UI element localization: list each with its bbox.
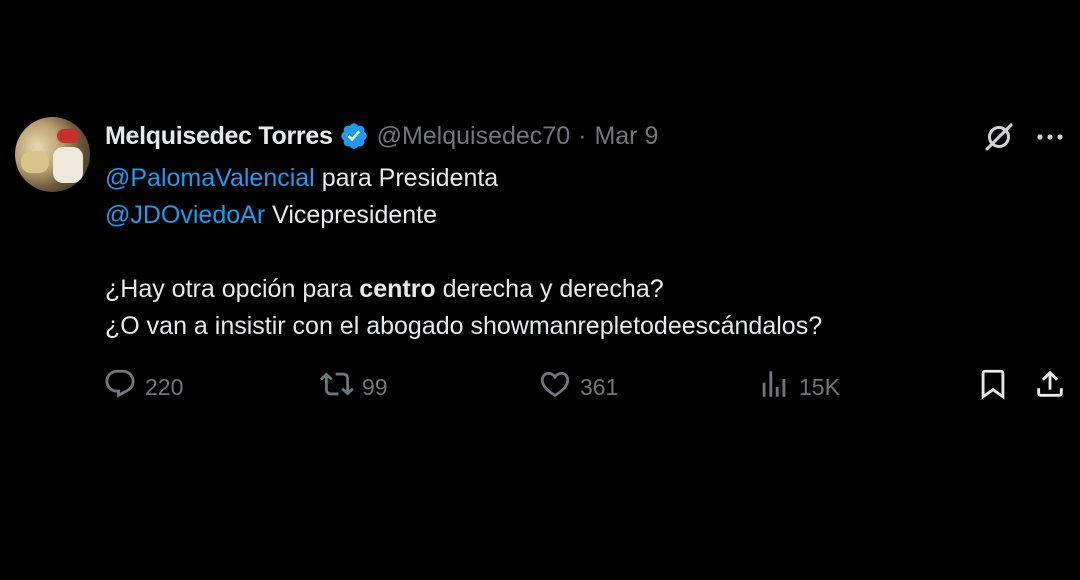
grok-icon[interactable] [982, 120, 1016, 154]
reply-button[interactable]: 220 [103, 367, 183, 407]
mention-link[interactable]: @JDOviedoAr [105, 201, 265, 229]
bookmark-icon [976, 367, 1018, 407]
reply-count: 220 [145, 373, 184, 400]
action-bar: 220 99 361 15K [0, 367, 1080, 407]
bookmark-button[interactable] [976, 367, 1018, 407]
tweet-line-2: @JDOviedoAr Vicepresidente [105, 197, 822, 234]
views-count: 15K [799, 373, 840, 400]
heart-icon [538, 367, 580, 407]
verified-badge-icon[interactable] [339, 121, 369, 151]
share-button[interactable] [1033, 367, 1075, 407]
tweet-text-fragment: ¿O van a insistir con el abogado showman… [105, 312, 823, 340]
tweet-header: Melquisedec Torres @Melquisedec70 · Mar … [105, 118, 658, 154]
tweet-line-1: @PalomaValencial para Presidenta [105, 160, 822, 197]
reply-icon [103, 367, 145, 407]
mention-link[interactable]: @PalomaValencial [105, 164, 315, 192]
tweet-line-4: ¿O van a insistir con el abogado showman… [105, 308, 822, 345]
repost-count: 99 [362, 373, 388, 400]
tweet-text-fragment: Vicepresidente [265, 201, 438, 229]
author-name[interactable]: Melquisedec Torres [105, 122, 333, 151]
like-count: 361 [580, 373, 619, 400]
share-icon [1033, 367, 1075, 407]
views-button[interactable]: 15K [757, 367, 840, 407]
avatar[interactable] [15, 117, 90, 192]
more-icon[interactable] [1033, 120, 1067, 154]
header-separator: · [578, 121, 587, 150]
tweet-text-fragment: ¿Hay otra opción para [105, 275, 360, 303]
like-button[interactable]: 361 [538, 367, 618, 407]
tweet-text-fragment: derecha y derecha? [435, 275, 664, 303]
tweet-text: @PalomaValencial para Presidenta @JDOvie… [105, 160, 822, 345]
repost-icon [320, 367, 362, 407]
repost-button[interactable]: 99 [320, 367, 388, 407]
tweet-date[interactable]: Mar 9 [594, 122, 658, 151]
tweet-text-bold: centro [359, 275, 436, 303]
author-handle[interactable]: @Melquisedec70 [377, 122, 571, 151]
tweet-text-fragment: para Presidenta [314, 164, 499, 192]
tweet-line-3: ¿Hay otra opción para centro derecha y d… [105, 271, 822, 308]
tweet[interactable]: Melquisedec Torres @Melquisedec70 · Mar … [0, 0, 1080, 580]
views-chart-icon [757, 367, 799, 407]
